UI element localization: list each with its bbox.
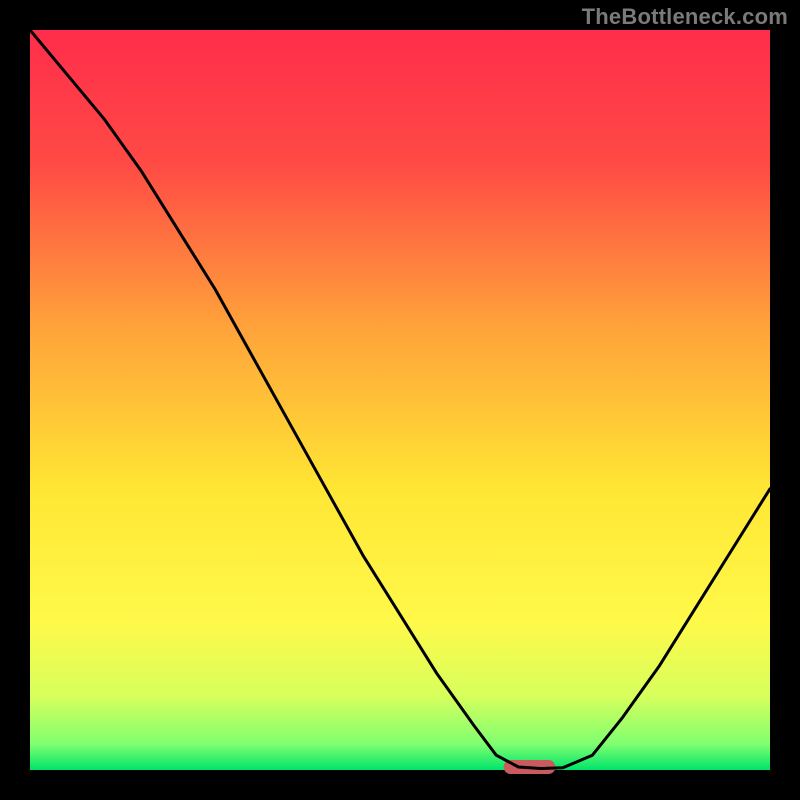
chart-canvas [0, 0, 800, 800]
plot-background [30, 30, 770, 770]
bottleneck-chart: TheBottleneck.com [0, 0, 800, 800]
watermark-text: TheBottleneck.com [582, 4, 788, 30]
